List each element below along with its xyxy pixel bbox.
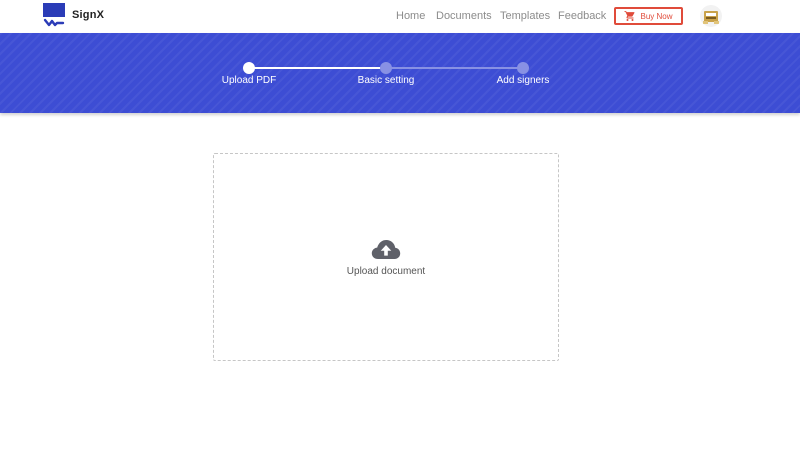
stepper-track-remaining: [386, 67, 523, 69]
buy-now-button[interactable]: Buy Now: [614, 7, 683, 25]
step-dot-add-signers[interactable]: [517, 62, 529, 74]
avatar-icon: [703, 11, 719, 24]
step-label-add-signers[interactable]: Add signers: [497, 75, 550, 86]
step-dot-basic-setting[interactable]: [380, 62, 392, 74]
brand-name[interactable]: SignX: [72, 9, 104, 21]
cart-icon: [624, 11, 635, 21]
nav-feedback-link[interactable]: Feedback: [558, 10, 606, 22]
nav-home-link[interactable]: Home: [396, 10, 425, 22]
cloud-upload-icon[interactable]: [371, 239, 401, 260]
buy-now-label: Buy Now: [640, 11, 673, 21]
upload-document-label[interactable]: Upload document: [347, 266, 425, 277]
stepper-track-completed: [249, 67, 386, 69]
progress-banner: Upload PDF Basic setting Add signers: [0, 33, 800, 113]
user-avatar[interactable]: [700, 5, 722, 27]
top-navbar: SignX Home Documents Templates Feedback …: [0, 0, 800, 33]
nav-documents-link[interactable]: Documents: [436, 10, 492, 22]
step-dot-upload-pdf[interactable]: [243, 62, 255, 74]
nav-templates-link[interactable]: Templates: [500, 10, 550, 22]
step-label-upload-pdf[interactable]: Upload PDF: [222, 75, 276, 86]
step-label-basic-setting[interactable]: Basic setting: [358, 75, 415, 86]
signx-logo-icon[interactable]: [43, 3, 65, 27]
